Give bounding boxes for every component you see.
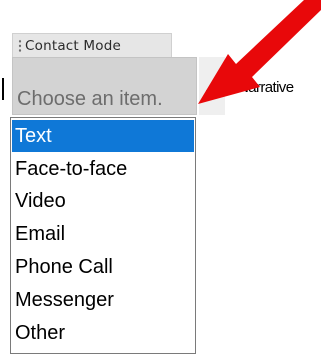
list-item-email[interactable]: Email	[12, 218, 194, 250]
chevron-down-icon	[206, 90, 218, 98]
drag-handle-icon[interactable]	[18, 38, 22, 53]
list-item-video[interactable]: Video	[12, 185, 194, 217]
dropdown-list: Text Face-to-face Video Email Phone Call…	[10, 117, 196, 354]
list-item-phone-call[interactable]: Phone Call	[12, 251, 194, 283]
list-item-text[interactable]: Text	[12, 120, 194, 152]
placeholder-text: Choose an item.	[17, 88, 163, 110]
list-item-messenger[interactable]: Messenger	[12, 284, 194, 316]
document-text: Narrative	[238, 79, 294, 96]
text-cursor	[2, 78, 4, 100]
list-item-other[interactable]: Other	[12, 317, 194, 349]
dropdown-button[interactable]	[199, 57, 225, 115]
content-control-title: Contact Mode	[25, 37, 121, 54]
content-control-field[interactable]: Choose an item.	[12, 57, 197, 115]
content-control-title-tab[interactable]: Contact Mode	[12, 33, 172, 57]
list-item-face-to-face[interactable]: Face-to-face	[12, 153, 194, 185]
